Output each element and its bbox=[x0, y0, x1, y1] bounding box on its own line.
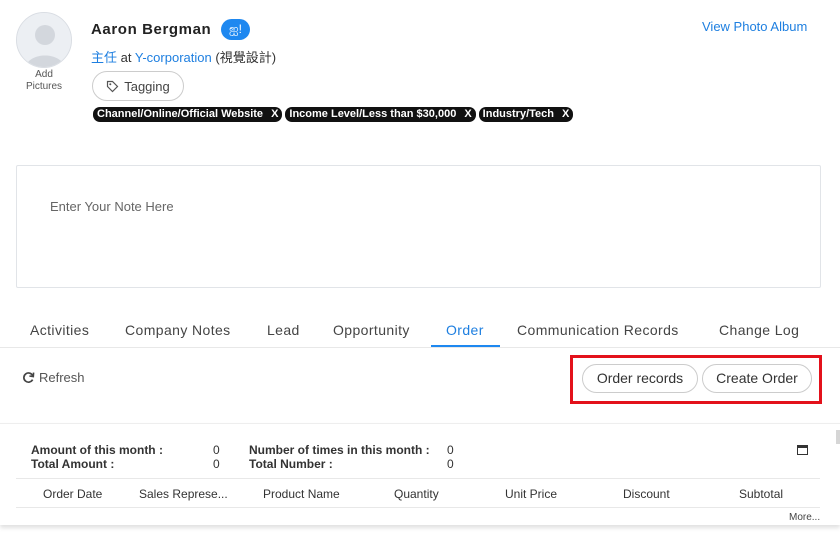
scrollbar-edge[interactable] bbox=[836, 430, 840, 444]
tag-remove-button[interactable]: X bbox=[562, 107, 569, 122]
tag-list: Channel/Online/Official Website X Income… bbox=[93, 107, 574, 122]
tab-change-log[interactable]: Change Log bbox=[719, 322, 799, 338]
tag-chip: Channel/Online/Official Website X bbox=[93, 107, 283, 122]
total-number-value: 0 bbox=[447, 457, 454, 471]
note-placeholder: Enter Your Note Here bbox=[50, 199, 174, 214]
add-pictures-link[interactable]: Add Pictures bbox=[16, 69, 72, 93]
create-order-button[interactable]: Create Order bbox=[702, 364, 812, 393]
at-text: at bbox=[120, 50, 132, 65]
avatar[interactable] bbox=[16, 12, 72, 68]
order-panel: Amount of this month : 0 Total Amount : … bbox=[0, 423, 840, 525]
tag-chip: Industry/Tech X bbox=[478, 107, 574, 122]
tab-activities[interactable]: Activities bbox=[30, 322, 89, 338]
total-amount-label: Total Amount : bbox=[31, 457, 115, 471]
job-title[interactable]: 主任 bbox=[91, 50, 117, 65]
avatar-placeholder-icon bbox=[17, 13, 71, 67]
tagging-label: Tagging bbox=[124, 78, 170, 94]
tag-label: Industry/Tech bbox=[482, 108, 554, 120]
active-tab-indicator bbox=[431, 345, 500, 347]
contact-name: Aaron Bergman bbox=[91, 21, 212, 38]
column-header[interactable]: Unit Price bbox=[505, 487, 557, 501]
times-month-value: 0 bbox=[447, 443, 454, 457]
tab-bar: Activities Company Notes Lead Opportunit… bbox=[0, 314, 840, 348]
column-header[interactable]: Order Date bbox=[43, 487, 102, 501]
tab-opportunity[interactable]: Opportunity bbox=[333, 322, 410, 338]
department: (視覺設計) bbox=[215, 50, 277, 65]
refresh-button[interactable]: Refresh bbox=[22, 370, 85, 385]
tab-communication-records[interactable]: Communication Records bbox=[517, 322, 679, 338]
total-amount-value: 0 bbox=[213, 457, 220, 471]
column-header[interactable]: Quantity bbox=[394, 487, 439, 501]
chat-icon[interactable]: ஐ! bbox=[221, 19, 250, 40]
tag-label: Income Level/Less than $30,000 bbox=[289, 108, 457, 120]
note-input[interactable]: Enter Your Note Here bbox=[16, 165, 821, 288]
tag-icon bbox=[107, 80, 119, 92]
more-link[interactable]: More... bbox=[789, 512, 820, 523]
times-month-label: Number of times in this month : bbox=[249, 443, 430, 457]
column-header[interactable]: Subtotal bbox=[739, 487, 783, 501]
position-line: 主任 at Y-corporation (視覺設計) bbox=[91, 47, 276, 66]
tag-remove-button[interactable]: X bbox=[271, 107, 278, 122]
tab-company-notes[interactable]: Company Notes bbox=[125, 322, 231, 338]
refresh-label: Refresh bbox=[39, 370, 85, 385]
table-header: Order Date Sales Represe... Product Name… bbox=[16, 478, 820, 508]
tag-label: Channel/Online/Official Website bbox=[97, 108, 264, 120]
total-number-label: Total Number : bbox=[249, 457, 333, 471]
column-header[interactable]: Sales Represe... bbox=[139, 487, 228, 501]
amount-month-label: Amount of this month : bbox=[31, 443, 163, 457]
tab-order[interactable]: Order bbox=[446, 322, 484, 338]
amount-month-value: 0 bbox=[213, 443, 220, 457]
order-records-button[interactable]: Order records bbox=[582, 364, 698, 393]
tag-chip: Income Level/Less than $30,000 X bbox=[285, 107, 476, 122]
view-photo-album-link[interactable]: View Photo Album bbox=[702, 19, 807, 34]
tab-lead[interactable]: Lead bbox=[267, 322, 300, 338]
column-header[interactable]: Discount bbox=[623, 487, 670, 501]
tagging-button[interactable]: Tagging bbox=[92, 71, 184, 101]
company-link[interactable]: Y-corporation bbox=[135, 50, 212, 65]
window-icon[interactable] bbox=[797, 445, 808, 455]
tag-remove-button[interactable]: X bbox=[464, 107, 471, 122]
refresh-icon bbox=[23, 372, 35, 384]
column-header[interactable]: Product Name bbox=[263, 487, 340, 501]
